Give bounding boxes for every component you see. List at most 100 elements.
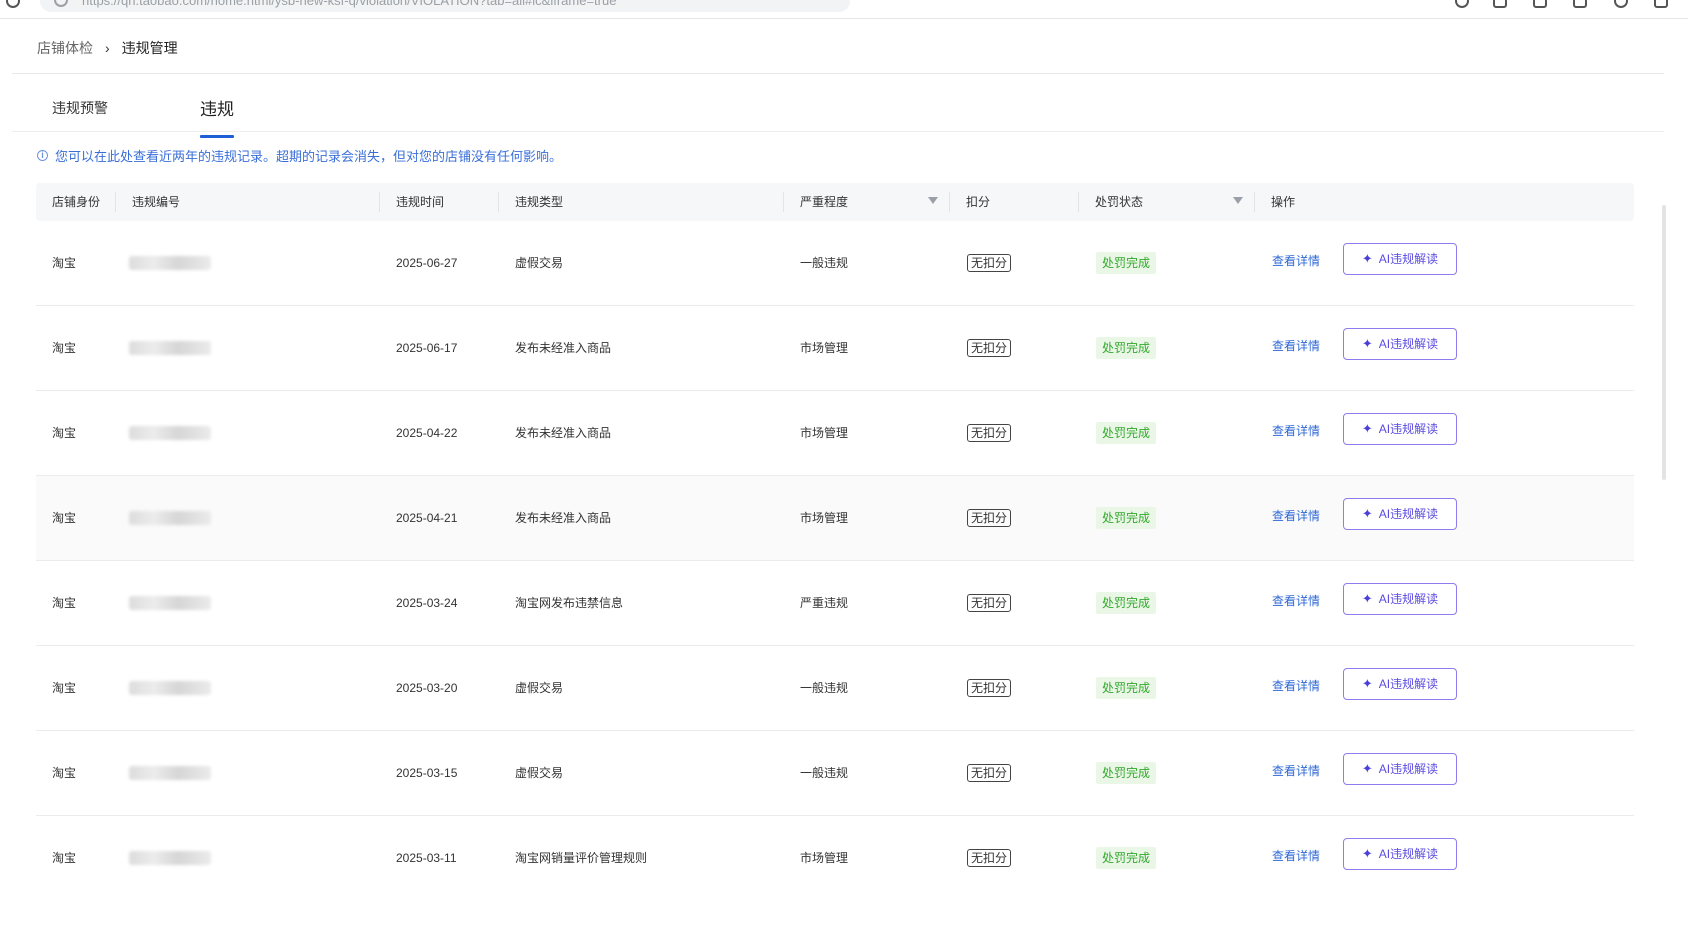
view-detail-link[interactable]: 查看详情: [1272, 306, 1320, 386]
ai-button-label: AI违规解读: [1378, 422, 1439, 436]
screenshot-icon[interactable]: [1493, 0, 1507, 8]
reload-icon[interactable]: [6, 0, 20, 8]
ai-interpret-button[interactable]: ✦ AI违规解读: [1343, 583, 1457, 615]
score-badge: 无扣分: [967, 339, 1012, 357]
cell-shop: 淘宝: [52, 426, 77, 440]
table-row: 淘宝 2025-03-20 虚假交易 一般违规 无扣分 处罚完成 查看详情 ✦ A…: [36, 646, 1634, 731]
ai-interpret-button[interactable]: ✦ AI违规解读: [1343, 498, 1457, 530]
cell-violation-id-redacted: [129, 256, 211, 270]
ai-interpret-button[interactable]: ✦ AI违规解读: [1343, 413, 1457, 445]
vertical-scrollbar[interactable]: [1662, 205, 1666, 480]
ai-interpret-button[interactable]: ✦ AI违规解读: [1343, 243, 1457, 275]
cell-shop: 淘宝: [52, 596, 77, 610]
ai-button-label: AI违规解读: [1378, 847, 1439, 861]
status-badge: 处罚完成: [1096, 422, 1157, 444]
column-divider: [379, 192, 380, 212]
cell-violation-id-redacted: [129, 341, 211, 355]
column-divider: [115, 192, 116, 212]
status-badge: 处罚完成: [1096, 507, 1157, 529]
view-detail-link[interactable]: 查看详情: [1272, 221, 1320, 301]
view-detail-link[interactable]: 查看详情: [1272, 646, 1320, 726]
cell-time: 2025-03-20: [396, 681, 458, 695]
sparkle-icon: ✦: [1361, 506, 1373, 521]
score-badge: 无扣分: [967, 254, 1012, 272]
address-bar[interactable]: https://qn.taobao.com/home.html/ysb-new-…: [40, 0, 850, 12]
breadcrumb-shop-check[interactable]: 店铺体检: [37, 38, 93, 58]
cell-shop: 淘宝: [52, 341, 77, 355]
view-detail-link[interactable]: 查看详情: [1272, 561, 1320, 641]
cell-severity: 市场管理: [800, 851, 849, 865]
tab-bar: 违规预警 违规: [52, 95, 326, 138]
status-badge: 处罚完成: [1096, 252, 1157, 274]
table-row: 淘宝 2025-03-24 淘宝网发布违禁信息 严重违规 无扣分 处罚完成 查看…: [36, 561, 1634, 646]
ai-button-label: AI违规解读: [1378, 592, 1439, 606]
cell-shop: 淘宝: [52, 256, 77, 270]
column-divider: [498, 192, 499, 212]
cell-time: 2025-03-11: [396, 851, 457, 865]
ai-interpret-button[interactable]: ✦ AI违规解读: [1343, 838, 1457, 870]
tab-violation-warning[interactable]: 违规预警: [52, 98, 108, 132]
view-detail-link[interactable]: 查看详情: [1272, 391, 1320, 471]
ai-interpret-button[interactable]: ✦ AI违规解读: [1343, 753, 1457, 785]
cell-severity: 一般违规: [800, 766, 849, 780]
ai-button-label: AI违规解读: [1378, 252, 1439, 266]
cell-shop: 淘宝: [52, 851, 77, 865]
column-header-status: 处罚状态: [1095, 195, 1144, 209]
view-detail-link[interactable]: 查看详情: [1272, 731, 1320, 811]
column-divider: [1078, 192, 1079, 212]
cell-severity: 市场管理: [800, 426, 849, 440]
cell-violation-id-redacted: [129, 681, 211, 695]
column-header-type: 违规类型: [515, 195, 564, 209]
chat-icon[interactable]: [1654, 0, 1668, 8]
cell-violation-id-redacted: [129, 511, 211, 525]
column-divider: [1254, 192, 1255, 212]
info-icon: i: [37, 150, 48, 161]
cell-shop: 淘宝: [52, 511, 77, 525]
column-header-id: 违规编号: [132, 195, 181, 209]
chevron-right-icon: ›: [105, 40, 110, 56]
column-header-time: 违规时间: [396, 195, 445, 209]
cell-violation-id-redacted: [129, 766, 211, 780]
cell-type: 发布未经准入商品: [515, 426, 612, 440]
cell-time: 2025-03-24: [396, 596, 458, 610]
ai-interpret-button[interactable]: ✦ AI违规解读: [1343, 328, 1457, 360]
ai-button-label: AI违规解读: [1378, 507, 1439, 521]
history-icon[interactable]: [1614, 0, 1628, 8]
sparkle-icon: ✦: [1361, 761, 1373, 776]
view-detail-link[interactable]: 查看详情: [1272, 476, 1320, 556]
violation-table: 店铺身份 违规编号 违规时间 违规类型 严重程度 扣分 处罚状态 操作 淘宝 2…: [36, 183, 1634, 900]
tab-violation[interactable]: 违规: [200, 95, 234, 138]
column-header-shop: 店铺身份: [52, 195, 101, 209]
ai-interpret-button[interactable]: ✦ AI违规解读: [1343, 668, 1457, 700]
cell-severity: 一般违规: [800, 256, 849, 270]
column-divider: [783, 192, 784, 212]
table-row: 淘宝 2025-04-22 发布未经准入商品 市场管理 无扣分 处罚完成 查看详…: [36, 391, 1634, 476]
table-row: 淘宝 2025-06-17 发布未经准入商品 市场管理 无扣分 处罚完成 查看详…: [36, 306, 1634, 391]
breadcrumb-current: 违规管理: [121, 40, 178, 56]
column-header-severity: 严重程度: [800, 195, 849, 209]
filter-icon[interactable]: [928, 197, 938, 204]
cell-type: 虚假交易: [515, 256, 564, 270]
cell-severity: 一般违规: [800, 681, 849, 695]
cell-type: 淘宝网销量评价管理规则: [515, 851, 648, 865]
score-badge: 无扣分: [967, 509, 1012, 527]
downloads-icon[interactable]: [1573, 0, 1587, 8]
search-icon: [54, 0, 68, 7]
divider: [12, 131, 1664, 132]
table-row: 淘宝 2025-03-11 淘宝网销量评价管理规则 市场管理 无扣分 处罚完成 …: [36, 816, 1634, 900]
filter-icon[interactable]: [1233, 197, 1243, 204]
notice-text: 您可以在此处查看近两年的违规记录。超期的记录会消失，但对您的店铺没有任何影响。: [55, 149, 563, 164]
table-header: 店铺身份 违规编号 违规时间 违规类型 严重程度 扣分 处罚状态 操作: [36, 183, 1634, 221]
column-header-score: 扣分: [966, 195, 991, 209]
table-row: 淘宝 2025-04-21 发布未经准入商品 市场管理 无扣分 处罚完成 查看详…: [36, 476, 1634, 561]
column-divider: [949, 192, 950, 212]
extension-icon[interactable]: [1455, 0, 1469, 8]
cell-shop: 淘宝: [52, 681, 77, 695]
bookmark-icon[interactable]: [1533, 0, 1547, 8]
view-detail-link[interactable]: 查看详情: [1272, 816, 1320, 896]
cell-shop: 淘宝: [52, 766, 77, 780]
cell-severity: 严重违规: [800, 596, 849, 610]
score-badge: 无扣分: [967, 594, 1012, 612]
score-badge: 无扣分: [967, 764, 1012, 782]
score-badge: 无扣分: [967, 679, 1012, 697]
